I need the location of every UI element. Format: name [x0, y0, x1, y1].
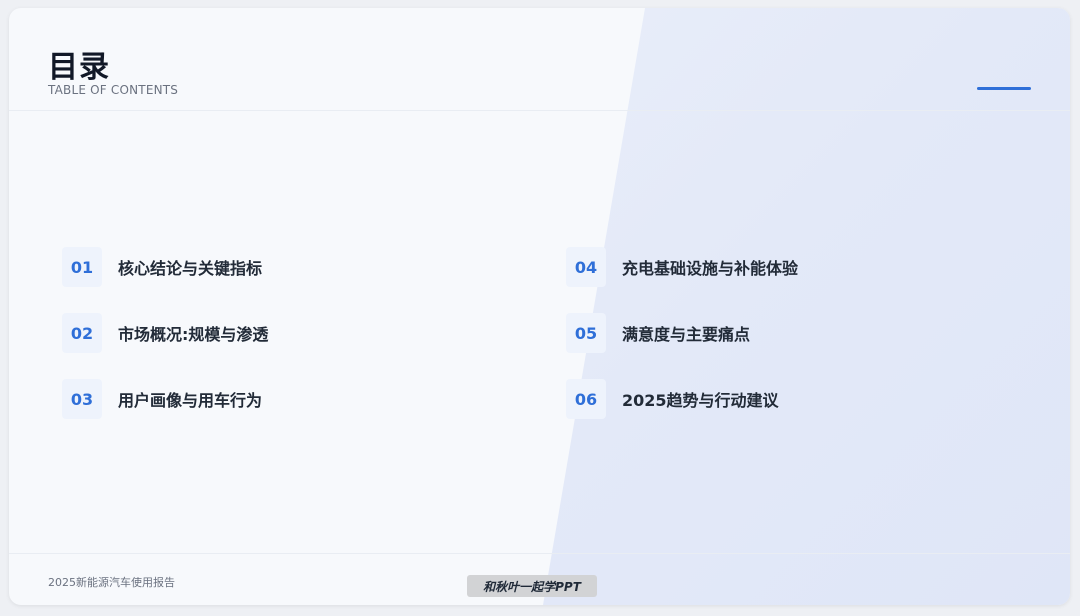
- toc-item-04[interactable]: 04 充电基础设施与补能体验: [566, 247, 798, 287]
- slide: 目录 TABLE OF CONTENTS 01 核心结论与关键指标 02 市场概…: [9, 8, 1070, 605]
- toc-label: 用户画像与用车行为: [118, 391, 263, 410]
- toc-label: 2025趋势与行动建议: [622, 391, 779, 410]
- toc-number: 06: [566, 379, 606, 419]
- page-title: 目录: [48, 50, 110, 85]
- toc-label: 满意度与主要痛点: [622, 325, 751, 344]
- page-subtitle: TABLE OF CONTENTS: [48, 83, 179, 97]
- accent-bar: [977, 87, 1031, 90]
- footer-divider: [9, 553, 1070, 554]
- background-diagonal-panel: [543, 8, 1070, 605]
- toc-item-02[interactable]: 02 市场概况:规模与渗透: [62, 313, 268, 353]
- toc-number: 02: [62, 313, 102, 353]
- footer-report-name: 2025新能源汽车使用报告: [48, 576, 175, 589]
- header-divider: [9, 110, 1070, 111]
- toc-number: 05: [566, 313, 606, 353]
- toc-label: 充电基础设施与补能体验: [622, 259, 799, 278]
- watermark: 和秋叶一起学PPT: [467, 575, 597, 597]
- toc-number: 04: [566, 247, 606, 287]
- toc-item-06[interactable]: 06 2025趋势与行动建议: [566, 379, 779, 419]
- toc-item-03[interactable]: 03 用户画像与用车行为: [62, 379, 262, 419]
- toc-number: 01: [62, 247, 102, 287]
- toc-item-01[interactable]: 01 核心结论与关键指标: [62, 247, 262, 287]
- toc-label: 市场概况:规模与渗透: [118, 325, 269, 344]
- toc-number: 03: [62, 379, 102, 419]
- toc-label: 核心结论与关键指标: [118, 259, 263, 278]
- toc-item-05[interactable]: 05 满意度与主要痛点: [566, 313, 750, 353]
